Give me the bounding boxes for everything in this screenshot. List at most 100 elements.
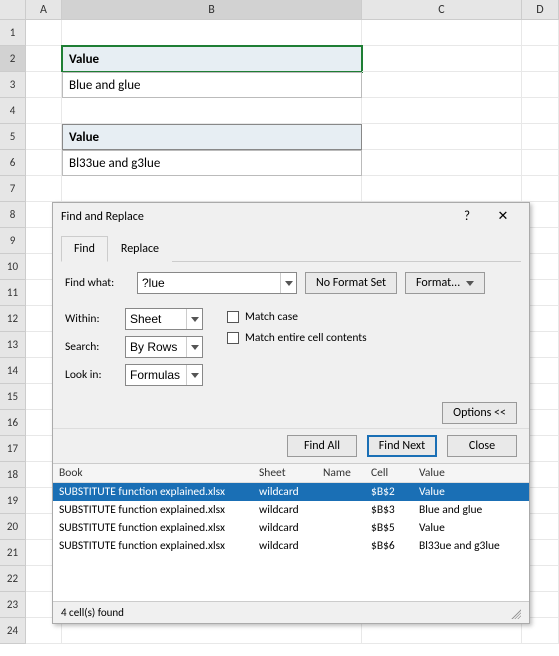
row-header[interactable]: 24 (0, 618, 26, 644)
tab-find[interactable]: Find (61, 236, 108, 262)
cell[interactable] (522, 176, 559, 202)
cell[interactable] (362, 124, 522, 150)
col-value[interactable]: Value (419, 466, 523, 480)
row-header[interactable]: 3 (0, 72, 26, 98)
cell[interactable] (26, 46, 62, 72)
search-dropdown[interactable] (186, 337, 202, 357)
chevron-down-icon (191, 373, 199, 378)
close-window-button[interactable]: ✕ (485, 203, 521, 231)
col-header-c[interactable]: C (362, 0, 522, 19)
cell[interactable] (26, 176, 62, 202)
result-name (323, 485, 371, 499)
result-cell: $B$6 (371, 539, 419, 553)
cell[interactable] (62, 98, 362, 124)
grid-row: 7 (0, 176, 559, 202)
row-header[interactable]: 22 (0, 566, 26, 592)
lookin-select[interactable] (126, 365, 186, 385)
cell[interactable] (522, 72, 559, 98)
col-name[interactable]: Name (323, 466, 371, 480)
dialog-titlebar[interactable]: Find and Replace ? ✕ (53, 203, 529, 231)
result-sheet: wildcard (259, 503, 323, 517)
cell[interactable] (362, 176, 522, 202)
col-header-a[interactable]: A (26, 0, 62, 19)
result-row[interactable]: SUBSTITUTE function explained.xlsxwildca… (53, 537, 529, 555)
cell[interactable]: Blue and glue (62, 72, 362, 98)
result-row[interactable]: SUBSTITUTE function explained.xlsxwildca… (53, 483, 529, 501)
cell[interactable]: Value (62, 46, 362, 72)
help-button[interactable]: ? (449, 203, 485, 231)
result-row[interactable]: SUBSTITUTE function explained.xlsxwildca… (53, 519, 529, 537)
row-header[interactable]: 13 (0, 332, 26, 358)
cell[interactable] (522, 98, 559, 124)
col-header-d[interactable]: D (522, 0, 559, 19)
row-header[interactable]: 12 (0, 306, 26, 332)
search-select[interactable] (126, 337, 186, 357)
close-button[interactable]: Close (447, 435, 517, 457)
row-header[interactable]: 4 (0, 98, 26, 124)
row-header[interactable]: 2 (0, 46, 26, 72)
find-what-dropdown[interactable] (280, 273, 296, 293)
row-header[interactable]: 8 (0, 202, 26, 228)
cell[interactable] (522, 46, 559, 72)
row-header[interactable]: 18 (0, 462, 26, 488)
lookin-dropdown[interactable] (186, 365, 202, 385)
row-header[interactable]: 23 (0, 592, 26, 618)
cell[interactable] (62, 20, 362, 46)
row-header[interactable]: 5 (0, 124, 26, 150)
tab-replace[interactable]: Replace (108, 236, 172, 262)
result-sheet: wildcard (259, 521, 323, 535)
row-header[interactable]: 9 (0, 228, 26, 254)
within-select[interactable] (126, 309, 186, 329)
options-button[interactable]: Options << (442, 402, 517, 424)
cell[interactable]: Value (62, 124, 362, 150)
match-case-checkbox[interactable]: Match case (227, 310, 367, 324)
cell[interactable] (26, 72, 62, 98)
cell[interactable] (26, 124, 62, 150)
resize-grip-icon[interactable] (509, 607, 521, 619)
cell[interactable] (26, 20, 62, 46)
cell[interactable] (362, 46, 522, 72)
cell[interactable] (26, 150, 62, 176)
results-list[interactable]: Book Sheet Name Cell Value SUBSTITUTE fu… (53, 463, 529, 601)
format-button[interactable]: Format... (405, 272, 485, 294)
cell[interactable] (522, 20, 559, 46)
find-replace-dialog: Find and Replace ? ✕ Find Replace Find w… (52, 202, 530, 624)
result-row[interactable]: SUBSTITUTE function explained.xlsxwildca… (53, 501, 529, 519)
col-book[interactable]: Book (59, 466, 259, 480)
find-all-button[interactable]: Find All (287, 435, 357, 457)
cell[interactable] (62, 176, 362, 202)
cell[interactable] (362, 98, 522, 124)
cell[interactable] (362, 20, 522, 46)
row-header[interactable]: 7 (0, 176, 26, 202)
row-header[interactable]: 6 (0, 150, 26, 176)
cell[interactable]: Bl33ue and g3lue (62, 150, 362, 176)
col-sheet[interactable]: Sheet (259, 466, 323, 480)
col-cell[interactable]: Cell (371, 466, 419, 480)
result-book: SUBSTITUTE function explained.xlsx (59, 539, 259, 553)
row-header[interactable]: 17 (0, 436, 26, 462)
row-header[interactable]: 19 (0, 488, 26, 514)
cell[interactable] (26, 98, 62, 124)
match-entire-checkbox[interactable]: Match entire cell contents (227, 331, 367, 345)
cell[interactable] (522, 150, 559, 176)
row-header[interactable]: 14 (0, 358, 26, 384)
col-header-b[interactable]: B (62, 0, 362, 19)
row-header[interactable]: 1 (0, 20, 26, 46)
cell[interactable] (522, 124, 559, 150)
select-all-corner[interactable] (0, 0, 26, 19)
dialog-title: Find and Replace (61, 210, 449, 224)
row-header[interactable]: 20 (0, 514, 26, 540)
row-header[interactable]: 10 (0, 254, 26, 280)
cell[interactable] (362, 150, 522, 176)
no-format-button[interactable]: No Format Set (305, 272, 397, 294)
row-header[interactable]: 11 (0, 280, 26, 306)
cell[interactable] (362, 72, 522, 98)
within-dropdown[interactable] (186, 309, 202, 329)
grid-row: 1 (0, 20, 559, 46)
find-next-button[interactable]: Find Next (367, 435, 437, 457)
result-cell: $B$3 (371, 503, 419, 517)
row-header[interactable]: 16 (0, 410, 26, 436)
find-what-input[interactable] (138, 273, 280, 293)
row-header[interactable]: 21 (0, 540, 26, 566)
row-header[interactable]: 15 (0, 384, 26, 410)
